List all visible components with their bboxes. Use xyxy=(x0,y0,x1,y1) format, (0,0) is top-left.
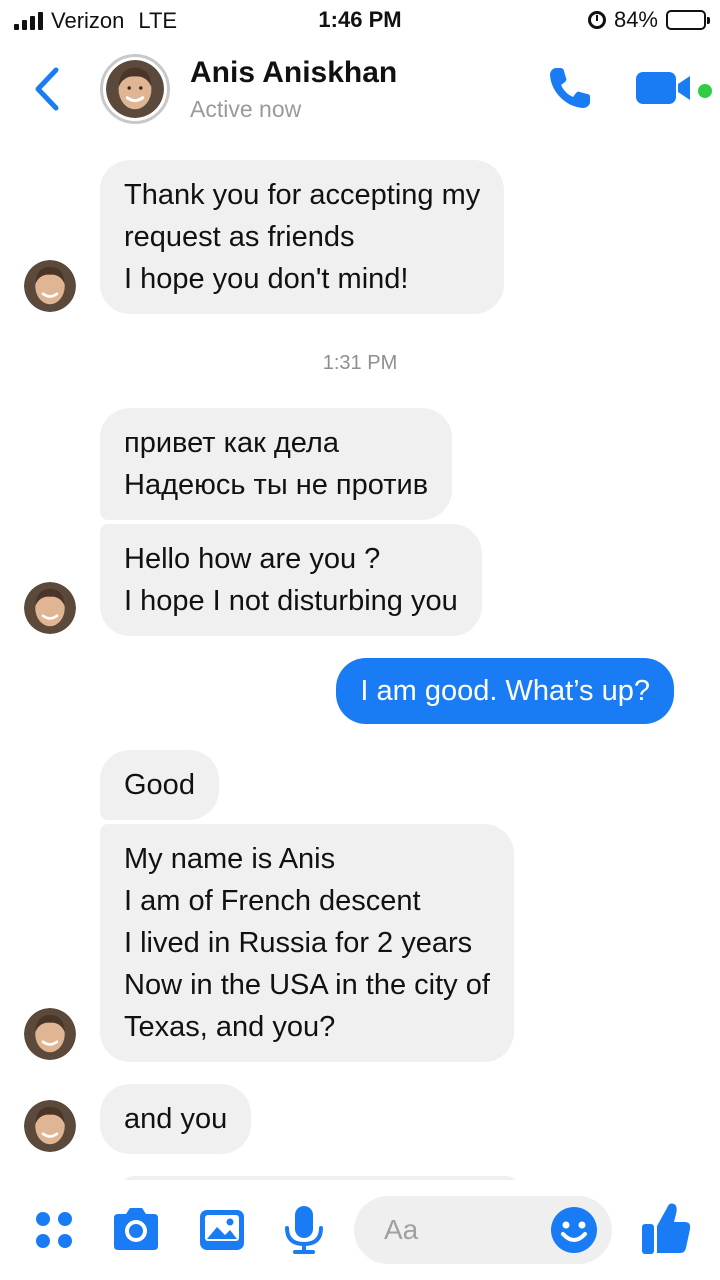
gallery-button[interactable] xyxy=(196,1204,248,1256)
timestamp: 1:31 PM xyxy=(322,352,398,374)
back-button[interactable] xyxy=(30,64,70,114)
contact-status: Active now xyxy=(190,96,302,122)
status-bar: Verizon LTE 1:46 PM 84% xyxy=(0,0,720,40)
message-bubble[interactable]: привет как дела Надеюсь ты не против xyxy=(100,408,453,520)
voice-call-button[interactable] xyxy=(546,64,594,112)
contact-photo xyxy=(24,582,76,634)
status-right: 84% xyxy=(587,7,710,33)
chevron-left-icon xyxy=(35,67,59,111)
battery-icon xyxy=(666,10,710,30)
message-bubble[interactable]: My name is Anis I am of French descent I… xyxy=(100,824,514,1062)
sender-avatar xyxy=(24,1008,76,1060)
message-input[interactable]: Aa xyxy=(354,1196,612,1264)
outgoing-message-bubble[interactable]: I am good. What’s up? xyxy=(336,658,674,724)
conversation-header: Anis Aniskhan Active now xyxy=(0,40,720,140)
battery-percent: 84% xyxy=(613,7,658,32)
contact-avatar[interactable] xyxy=(100,54,170,124)
like-button[interactable] xyxy=(640,1200,692,1256)
message-bubble[interactable]: Good xyxy=(100,750,219,820)
emoji-icon xyxy=(551,1207,597,1253)
voice-message-button[interactable] xyxy=(278,1204,330,1256)
sender-avatar xyxy=(24,582,76,634)
message-bubble[interactable]: Thank you for accepting my request as fr… xyxy=(100,160,505,314)
camera-button[interactable] xyxy=(110,1204,162,1256)
message-bubble[interactable]: and you xyxy=(100,1084,252,1154)
contact-photo xyxy=(106,60,164,118)
phone-icon xyxy=(550,68,590,108)
sender-avatar xyxy=(24,260,76,312)
apps-button[interactable] xyxy=(28,1204,80,1256)
alarm-icon xyxy=(587,11,606,29)
online-indicator xyxy=(698,84,712,98)
contact-photo xyxy=(24,1008,76,1060)
photo-icon xyxy=(200,1210,244,1250)
video-camera-icon xyxy=(636,72,690,104)
message-bubble[interactable]: Hello how are you ? I hope I not disturb… xyxy=(100,524,482,636)
video-call-button[interactable] xyxy=(636,70,692,106)
microphone-icon xyxy=(285,1206,323,1254)
emoji-button[interactable] xyxy=(550,1206,598,1254)
contact-name[interactable]: Anis Aniskhan xyxy=(190,56,397,90)
contact-photo xyxy=(24,260,76,312)
sender-avatar xyxy=(24,1100,76,1152)
apps-grid-icon xyxy=(36,1212,72,1248)
message-input-placeholder: Aa xyxy=(384,1214,419,1245)
thumbs-up-icon xyxy=(642,1203,691,1254)
contact-photo xyxy=(24,1100,76,1152)
camera-icon xyxy=(114,1208,158,1250)
